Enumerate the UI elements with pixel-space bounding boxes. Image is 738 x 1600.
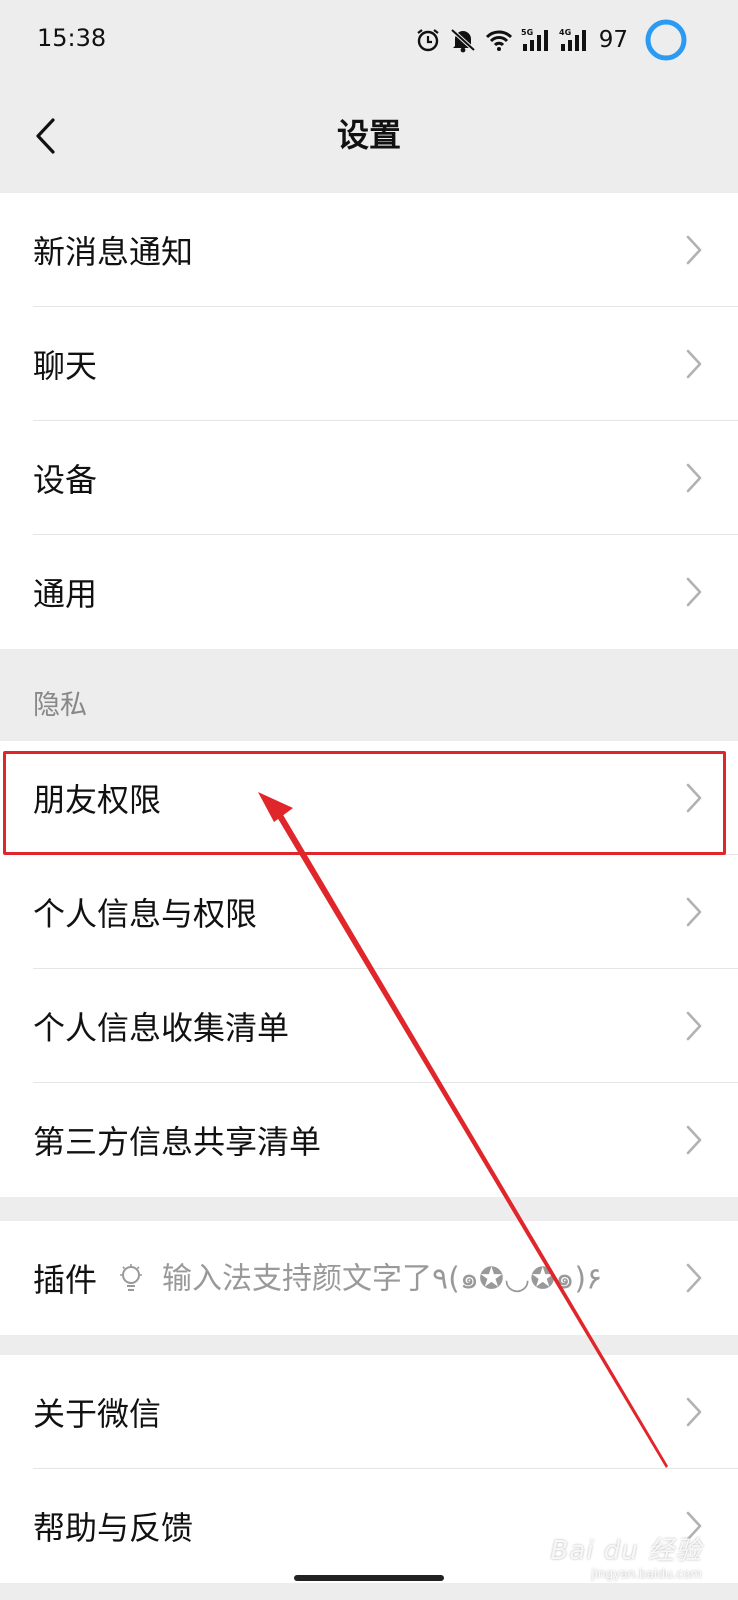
status-bar: 15:38 5G 4G 97 <box>0 0 738 82</box>
settings-row-new-message-notification[interactable]: 新消息通知 <box>0 193 738 307</box>
alarm-icon <box>415 27 441 53</box>
network-label-4g: 4G <box>559 28 571 37</box>
home-indicator[interactable] <box>294 1575 444 1581</box>
watermark-text: Bai du 经验 <box>550 1536 702 1566</box>
row-label: 通用 <box>33 575 98 613</box>
row-label: 插件 <box>33 1261 98 1299</box>
lightbulb-icon <box>120 1264 142 1291</box>
signal-4g-icon: 4G <box>559 27 589 53</box>
settings-group-main: 新消息通知 聊天 设备 通用 <box>0 193 738 649</box>
status-icons: 5G 4G 97 <box>415 18 688 62</box>
chevron-right-icon <box>686 897 702 927</box>
settings-row-third-party-sharing[interactable]: 第三方信息共享清单 <box>0 1083 738 1197</box>
signal-5g-icon: 5G <box>521 27 551 53</box>
settings-group-privacy: 朋友权限 个人信息与权限 个人信息收集清单 第三方信息共享清单 <box>0 741 738 1197</box>
settings-row-friend-permissions[interactable]: 朋友权限 <box>0 741 738 855</box>
section-header-privacy: 隐私 <box>0 649 738 741</box>
chevron-right-icon <box>686 1011 702 1041</box>
page-title: 设置 <box>336 116 401 154</box>
status-time: 15:38 <box>37 24 107 52</box>
chevron-right-icon <box>686 1263 702 1293</box>
row-label: 帮助与反馈 <box>33 1509 194 1547</box>
settings-row-personal-info-permissions[interactable]: 个人信息与权限 <box>0 855 738 969</box>
row-label: 个人信息收集清单 <box>33 1009 290 1047</box>
chevron-right-icon <box>686 577 702 607</box>
chevron-right-icon <box>686 783 702 813</box>
mute-icon <box>449 27 477 53</box>
settings-row-general[interactable]: 通用 <box>0 535 738 649</box>
battery-level: 97 <box>598 27 628 53</box>
watermark-sub: jingyan.baidu.com <box>591 1567 702 1581</box>
settings-row-devices[interactable]: 设备 <box>0 421 738 535</box>
settings-row-plugins[interactable]: 插件 输入法支持颜文字了٩(๑✪◡✪๑)۶ <box>0 1221 738 1335</box>
settings-group-plugins: 插件 输入法支持颜文字了٩(๑✪◡✪๑)۶ <box>0 1221 738 1335</box>
nav-bar: 设置 <box>0 82 738 192</box>
watermark: Bai du 经验 jingyan.baidu.com <box>550 1530 702 1581</box>
settings-row-chat[interactable]: 聊天 <box>0 307 738 421</box>
settings-row-about-wechat[interactable]: 关于微信 <box>0 1355 738 1469</box>
chevron-right-icon <box>686 235 702 265</box>
row-label: 设备 <box>33 461 98 499</box>
chevron-right-icon <box>686 1125 702 1155</box>
wifi-icon <box>485 28 513 52</box>
chevron-right-icon <box>686 1397 702 1427</box>
network-label-5g: 5G <box>521 28 533 37</box>
settings-row-personal-info-collection[interactable]: 个人信息收集清单 <box>0 969 738 1083</box>
row-label: 朋友权限 <box>33 781 162 819</box>
battery-ring-icon <box>644 18 688 62</box>
chevron-right-icon <box>686 463 702 493</box>
chevron-right-icon <box>686 349 702 379</box>
row-label: 关于微信 <box>33 1395 162 1433</box>
row-label: 个人信息与权限 <box>33 895 258 933</box>
row-label: 新消息通知 <box>33 233 194 271</box>
section-header-label: 隐私 <box>33 690 87 721</box>
row-label: 第三方信息共享清单 <box>33 1123 322 1161</box>
plugin-description: 输入法支持颜文字了٩(๑✪◡✪๑)۶ <box>162 1261 603 1297</box>
row-label: 聊天 <box>33 347 98 385</box>
